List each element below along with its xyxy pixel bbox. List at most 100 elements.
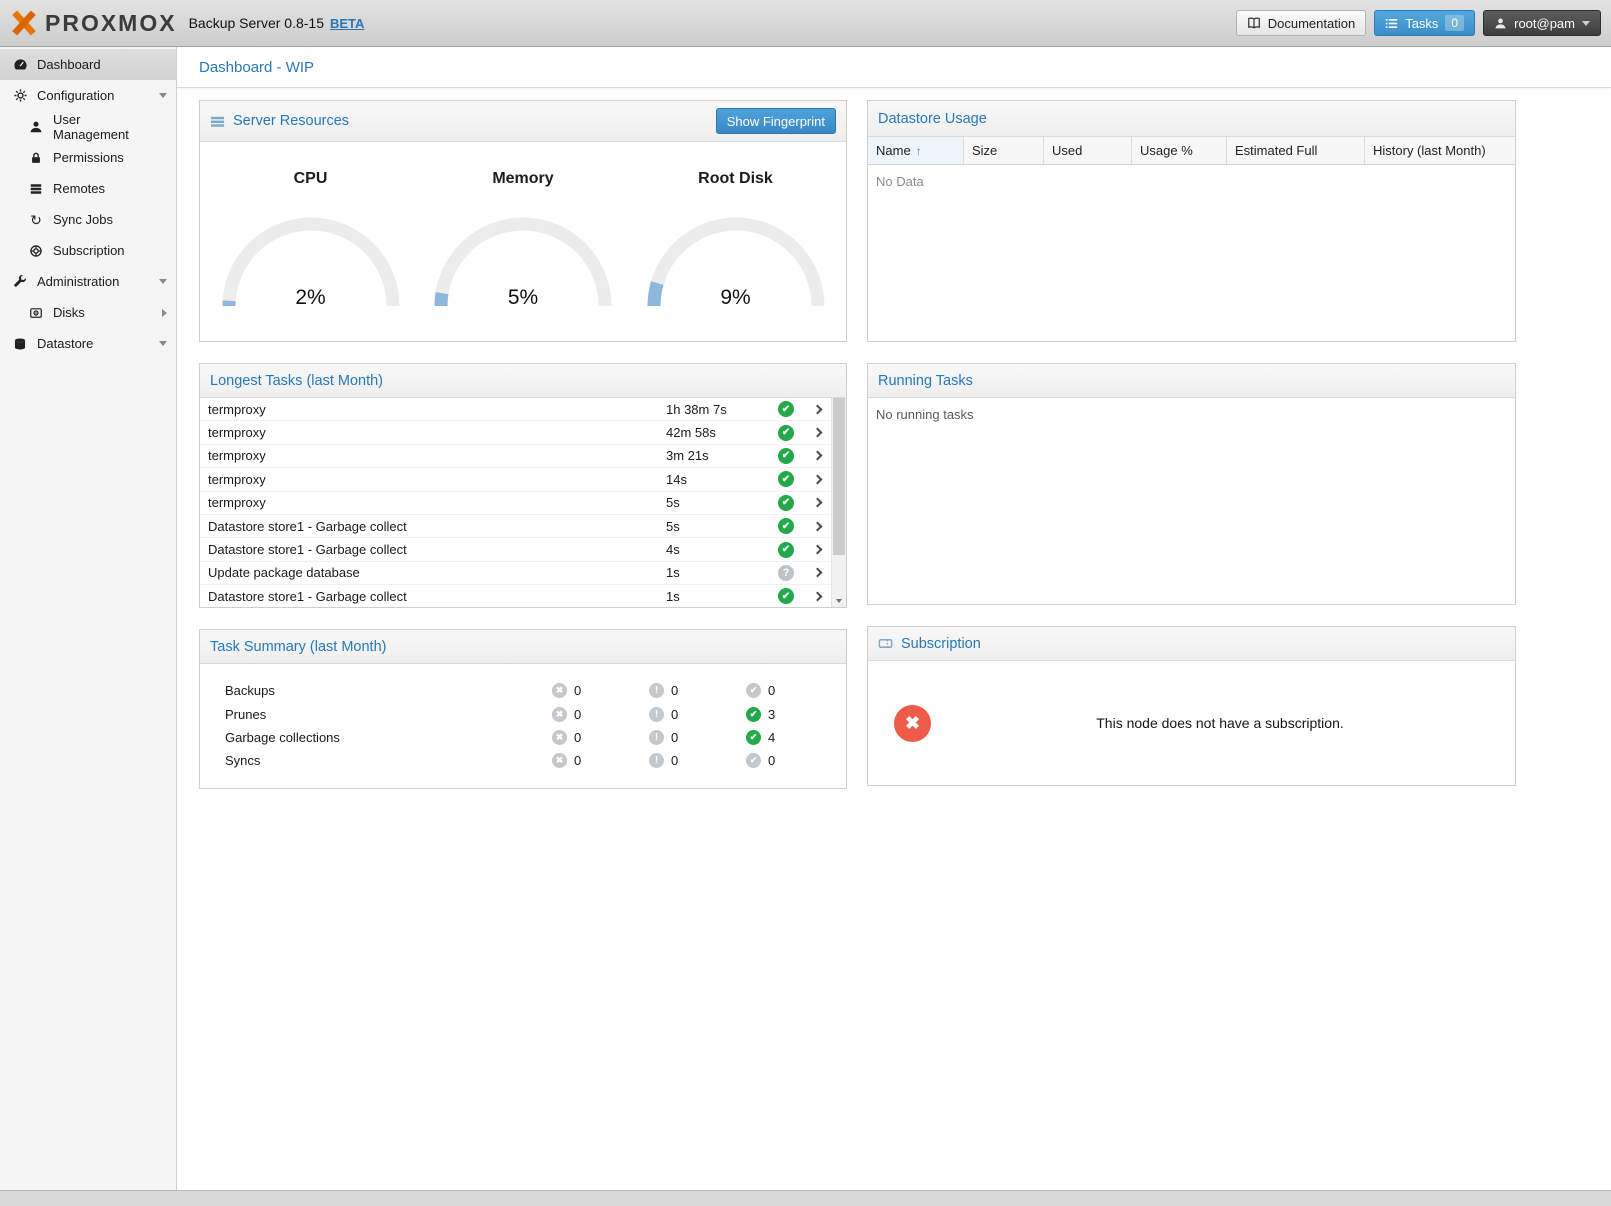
task-row[interactable]: Datastore store1 - Garbage collect 4s: [200, 538, 831, 561]
warning-count-group: 0: [649, 683, 746, 698]
subscription-message: This node does not have a subscription.: [951, 715, 1489, 731]
user-menu-button[interactable]: root@pam: [1483, 10, 1601, 36]
summary-row: Prunes 0 0 3: [225, 702, 846, 725]
task-row[interactable]: termproxy 42m 58s: [200, 421, 831, 444]
caret-down-icon[interactable]: [159, 93, 167, 98]
scrollbar-thumb[interactable]: [833, 398, 845, 555]
root-disk-gauge: Root Disk 9%: [634, 162, 838, 341]
sidebar-item-dashboard[interactable]: Dashboard: [0, 49, 176, 80]
server-resources-panel: Server Resources Show Fingerprint CPU 2%: [199, 100, 847, 342]
column-header-size[interactable]: Size: [964, 137, 1044, 164]
sidebar-item-label: Disks: [53, 305, 85, 320]
summary-row: Garbage collections 0 0 4: [225, 726, 846, 749]
chevron-right-icon: [812, 451, 822, 461]
warning-count-group: 0: [649, 730, 746, 745]
task-detail-button[interactable]: [803, 499, 831, 506]
task-detail-button[interactable]: [803, 523, 831, 530]
warning-icon: [649, 683, 664, 698]
user-menu-label: root@pam: [1514, 16, 1575, 31]
sidebar-item-configuration[interactable]: Configuration: [0, 80, 176, 111]
panel-title: Task Summary (last Month): [210, 639, 386, 655]
caret-down-icon[interactable]: [159, 279, 167, 284]
task-name: termproxy: [200, 402, 666, 417]
ok-count: 0: [768, 753, 775, 768]
proxmox-x-icon: [10, 9, 38, 37]
no-running-tasks-text: No running tasks: [868, 398, 1515, 431]
sidebar-item-permissions[interactable]: Permissions: [0, 142, 176, 173]
task-detail-button[interactable]: [803, 476, 831, 483]
task-name: Datastore store1 - Garbage collect: [200, 589, 666, 604]
sidebar-item-disks[interactable]: Disks: [0, 297, 176, 328]
panel-title: Longest Tasks (last Month): [210, 373, 383, 389]
ok-count-group: 3: [746, 707, 843, 722]
task-status-icon: [778, 542, 794, 558]
sidebar-item-administration[interactable]: Administration: [0, 266, 176, 297]
error-count: 0: [574, 730, 581, 745]
subscription-header: Subscription: [868, 627, 1515, 661]
ok-count: 3: [768, 707, 775, 722]
caret-right-icon[interactable]: [162, 309, 167, 317]
task-row[interactable]: termproxy 5s: [200, 492, 831, 515]
task-detail-button[interactable]: [803, 593, 831, 600]
column-header-history[interactable]: History (last Month): [1365, 137, 1515, 164]
panel-title: Subscription: [901, 636, 981, 652]
summary-label: Garbage collections: [225, 730, 552, 745]
summary-label: Prunes: [225, 707, 552, 722]
task-status-icon: [778, 471, 794, 487]
task-detail-button[interactable]: [803, 546, 831, 553]
ok-count: 0: [768, 683, 775, 698]
task-row[interactable]: Datastore store1 - Garbage collect 1s: [200, 585, 831, 607]
page-title: Dashboard - WIP: [199, 59, 314, 76]
beta-link[interactable]: BETA: [330, 16, 364, 31]
horizontal-scrollbar[interactable]: [0, 1190, 1611, 1206]
task-row[interactable]: termproxy 1h 38m 7s: [200, 398, 831, 421]
sidebar-item-sync-jobs[interactable]: ↻ Sync Jobs: [0, 204, 176, 235]
task-row[interactable]: Datastore store1 - Garbage collect 5s: [200, 515, 831, 538]
task-detail-button[interactable]: [803, 569, 831, 576]
task-detail-button[interactable]: [803, 406, 831, 413]
task-detail-button[interactable]: [803, 429, 831, 436]
server-list-icon: [28, 181, 44, 197]
documentation-button[interactable]: Documentation: [1236, 10, 1366, 36]
user-icon: [28, 119, 44, 135]
chevron-right-icon: [812, 591, 822, 601]
sidebar-item-user-management[interactable]: User Management: [0, 111, 176, 142]
task-row[interactable]: Update package database 1s: [200, 562, 831, 585]
column-label: Size: [972, 143, 997, 158]
column-header-estimated-full[interactable]: Estimated Full: [1227, 137, 1365, 164]
book-icon: [1247, 16, 1261, 30]
sidebar-item-label: Permissions: [53, 150, 124, 165]
error-count: 0: [574, 753, 581, 768]
column-label: Usage %: [1140, 143, 1193, 158]
sidebar-item-remotes[interactable]: Remotes: [0, 173, 176, 204]
sidebar-item-datastore[interactable]: Datastore: [0, 328, 176, 359]
vertical-scrollbar[interactable]: [831, 398, 846, 607]
longest-tasks-panel: Longest Tasks (last Month) termproxy 1h …: [199, 363, 847, 608]
column-header-name[interactable]: Name↑: [868, 137, 964, 164]
error-count-group: 0: [552, 753, 649, 768]
column-label: Name: [876, 143, 911, 158]
task-detail-button[interactable]: [803, 452, 831, 459]
sync-icon: ↻: [28, 212, 44, 228]
task-row[interactable]: termproxy 14s: [200, 468, 831, 491]
sidebar-item-label: Configuration: [37, 88, 114, 103]
page-title-bar: Dashboard - WIP: [177, 47, 1611, 88]
caret-down-icon[interactable]: [159, 341, 167, 346]
task-row[interactable]: termproxy 3m 21s: [200, 445, 831, 468]
panel-title: Running Tasks: [878, 373, 973, 389]
tasks-count-badge: 0: [1445, 15, 1464, 31]
scrollbar-down-button[interactable]: [832, 594, 846, 607]
column-header-usage[interactable]: Usage %: [1132, 137, 1227, 164]
tasks-button[interactable]: Tasks 0: [1374, 10, 1475, 36]
sidebar-item-subscription[interactable]: Subscription: [0, 235, 176, 266]
column-label: Used: [1052, 143, 1082, 158]
brand-text: PROXMOX: [45, 10, 177, 37]
show-fingerprint-button[interactable]: Show Fingerprint: [716, 108, 836, 134]
panel-title: Datastore Usage: [878, 111, 987, 127]
resources-icon: [210, 114, 225, 129]
column-header-used[interactable]: Used: [1044, 137, 1132, 164]
gauge-label: CPU: [294, 170, 328, 188]
task-name: termproxy: [200, 472, 666, 487]
chevron-right-icon: [812, 545, 822, 555]
task-status-icon: [778, 565, 794, 581]
